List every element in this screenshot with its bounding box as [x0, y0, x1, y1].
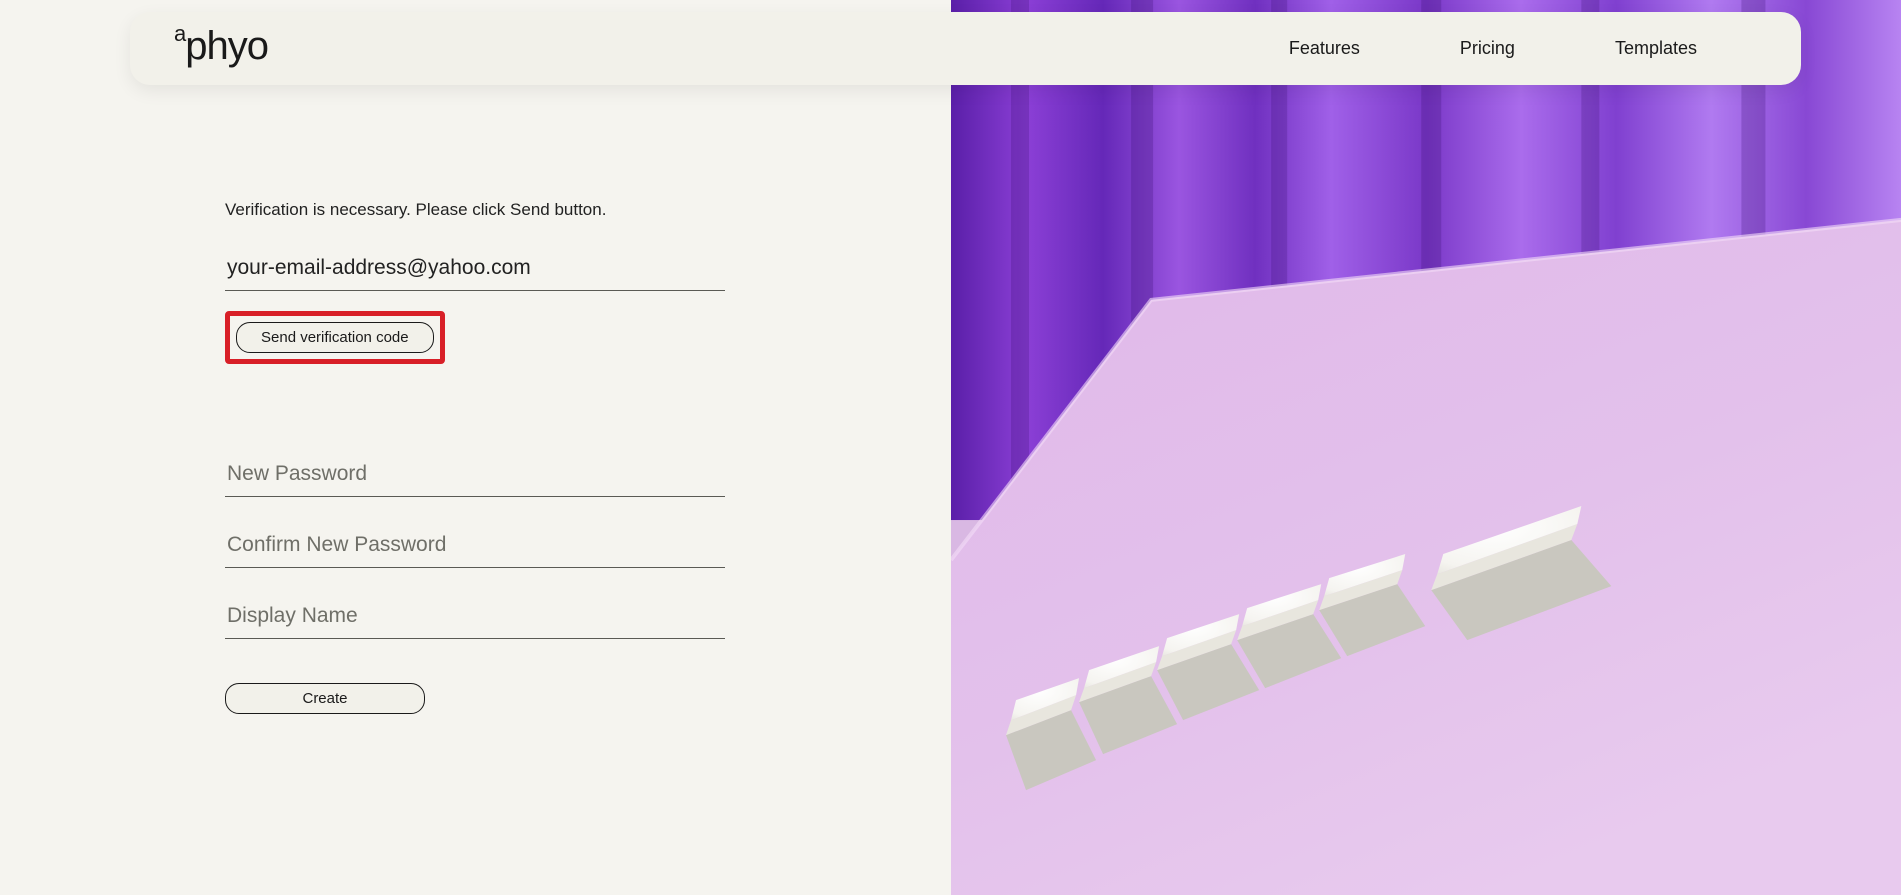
nav-features[interactable]: Features [1289, 38, 1360, 59]
email-field[interactable] [225, 248, 725, 291]
nav-pricing[interactable]: Pricing [1460, 38, 1515, 59]
hero-image [951, 0, 1901, 895]
send-verification-code-button[interactable]: Send verification code [236, 322, 434, 353]
confirm-password-field[interactable] [225, 525, 725, 568]
nav-templates[interactable]: Templates [1615, 38, 1697, 59]
verification-instruction: Verification is necessary. Please click … [225, 200, 725, 220]
signup-form: Verification is necessary. Please click … [225, 200, 725, 714]
logo[interactable]: aphyo [174, 24, 268, 69]
create-button[interactable]: Create [225, 683, 425, 714]
main-nav: Features Pricing Templates [1289, 38, 1757, 59]
send-code-highlight: Send verification code [225, 311, 445, 364]
display-name-field[interactable] [225, 596, 725, 639]
header-bar: aphyo Features Pricing Templates [130, 12, 1801, 85]
new-password-field[interactable] [225, 454, 725, 497]
